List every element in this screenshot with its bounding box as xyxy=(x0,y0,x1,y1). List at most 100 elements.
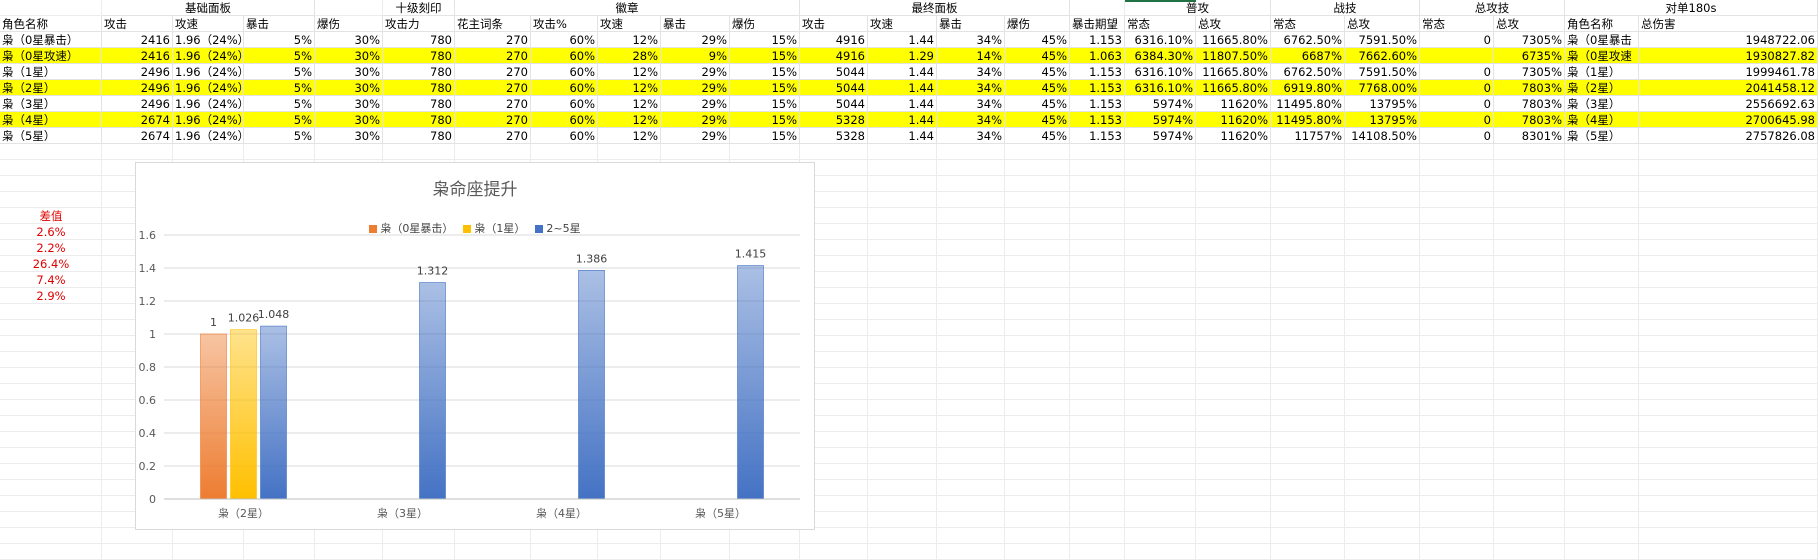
empty-cell[interactable] xyxy=(1125,368,1196,384)
empty-cell[interactable] xyxy=(730,144,800,160)
empty-cell[interactable] xyxy=(1271,192,1345,208)
data-cell[interactable]: 2674 xyxy=(102,112,173,128)
data-cell[interactable]: 9% xyxy=(661,48,730,64)
empty-cell[interactable] xyxy=(1005,208,1070,224)
empty-cell[interactable] xyxy=(531,144,598,160)
empty-cell[interactable] xyxy=(1420,528,1494,544)
empty-cell[interactable] xyxy=(1494,432,1565,448)
empty-cell[interactable] xyxy=(1420,496,1494,512)
empty-cell[interactable] xyxy=(868,144,937,160)
empty-cell[interactable] xyxy=(800,528,868,544)
empty-cell[interactable] xyxy=(1196,400,1271,416)
data-cell[interactable]: 7662.60% xyxy=(1345,48,1420,64)
empty-cell[interactable] xyxy=(1271,384,1345,400)
data-cell[interactable]: 5% xyxy=(244,48,315,64)
column-header[interactable]: 攻击力 xyxy=(383,16,455,32)
empty-cell[interactable] xyxy=(1196,176,1271,192)
empty-cell[interactable] xyxy=(1070,464,1125,480)
empty-cell[interactable] xyxy=(937,528,1005,544)
empty-cell[interactable] xyxy=(1565,144,1639,160)
empty-cell[interactable] xyxy=(937,384,1005,400)
empty-cell[interactable] xyxy=(1070,144,1125,160)
empty-cell[interactable] xyxy=(0,480,102,496)
empty-cell[interactable] xyxy=(1125,320,1196,336)
empty-cell[interactable] xyxy=(1494,384,1565,400)
empty-cell[interactable] xyxy=(1345,224,1420,240)
data-cell[interactable]: 30% xyxy=(315,64,383,80)
empty-cell[interactable] xyxy=(1420,176,1494,192)
empty-cell[interactable] xyxy=(1345,160,1420,176)
data-cell[interactable]: 12% xyxy=(598,128,661,144)
data-cell[interactable]: 6919.80% xyxy=(1271,80,1345,96)
empty-cell[interactable] xyxy=(1125,224,1196,240)
empty-cell[interactable] xyxy=(598,144,661,160)
empty-cell[interactable] xyxy=(937,240,1005,256)
column-header[interactable]: 总攻 xyxy=(1345,16,1420,32)
empty-cell[interactable] xyxy=(1125,544,1196,560)
empty-cell[interactable] xyxy=(1196,240,1271,256)
data-cell[interactable]: 14108.50% xyxy=(1345,128,1420,144)
empty-cell[interactable] xyxy=(1639,448,1818,464)
empty-cell[interactable] xyxy=(1271,288,1345,304)
data-cell[interactable]: 0 xyxy=(1420,96,1494,112)
empty-cell[interactable] xyxy=(937,352,1005,368)
empty-cell[interactable] xyxy=(1271,272,1345,288)
data-cell[interactable]: 11495.80% xyxy=(1271,112,1345,128)
empty-cell[interactable] xyxy=(1639,160,1818,176)
empty-cell[interactable] xyxy=(1070,512,1125,528)
empty-cell[interactable] xyxy=(1565,432,1639,448)
data-cell[interactable]: 5% xyxy=(244,112,315,128)
empty-cell[interactable] xyxy=(1005,144,1070,160)
column-header[interactable]: 总攻 xyxy=(1196,16,1271,32)
column-header[interactable]: 暴击 xyxy=(937,16,1005,32)
data-cell[interactable]: 60% xyxy=(531,32,598,48)
diff-value[interactable]: 7.4% xyxy=(0,272,102,288)
empty-cell[interactable] xyxy=(0,144,102,160)
empty-cell[interactable] xyxy=(1420,192,1494,208)
data-cell[interactable]: 11495.80% xyxy=(1271,96,1345,112)
empty-cell[interactable] xyxy=(598,544,661,560)
data-cell[interactable]: 45% xyxy=(1005,128,1070,144)
empty-cell[interactable] xyxy=(1565,320,1639,336)
data-cell[interactable]: 1.96（24%） xyxy=(173,64,244,80)
empty-cell[interactable] xyxy=(937,304,1005,320)
empty-cell[interactable] xyxy=(937,208,1005,224)
data-cell[interactable]: 2496 xyxy=(102,80,173,96)
data-cell[interactable]: 2496 xyxy=(102,96,173,112)
empty-cell[interactable] xyxy=(937,256,1005,272)
empty-cell[interactable] xyxy=(1196,512,1271,528)
data-cell[interactable]: 1.44 xyxy=(868,32,937,48)
empty-cell[interactable] xyxy=(868,352,937,368)
data-cell[interactable]: 1.153 xyxy=(1070,128,1125,144)
empty-cell[interactable] xyxy=(937,224,1005,240)
empty-cell[interactable] xyxy=(1565,448,1639,464)
empty-cell[interactable] xyxy=(1070,208,1125,224)
data-cell[interactable]: 1.96（24%） xyxy=(173,128,244,144)
empty-cell[interactable] xyxy=(661,528,730,544)
data-cell[interactable]: 12% xyxy=(598,64,661,80)
empty-cell[interactable] xyxy=(1494,448,1565,464)
data-cell[interactable]: 5% xyxy=(244,32,315,48)
data-cell[interactable]: 1.44 xyxy=(868,96,937,112)
empty-cell[interactable] xyxy=(1565,528,1639,544)
data-cell[interactable]: 枭（4星） xyxy=(1565,112,1639,128)
empty-cell[interactable] xyxy=(1196,448,1271,464)
empty-cell[interactable] xyxy=(1345,304,1420,320)
empty-cell[interactable] xyxy=(1494,192,1565,208)
data-cell[interactable]: 34% xyxy=(937,128,1005,144)
empty-cell[interactable] xyxy=(1125,448,1196,464)
empty-cell[interactable] xyxy=(1639,192,1818,208)
empty-cell[interactable] xyxy=(1345,480,1420,496)
data-cell[interactable]: 5% xyxy=(244,96,315,112)
chart[interactable]: 0 0.2 0.4 0.6 0.8 1 1.2 1.4 1.6 1 1.026 1.048 枭（2星） 1… xyxy=(135,162,815,530)
empty-cell[interactable] xyxy=(1345,416,1420,432)
data-cell[interactable]: 45% xyxy=(1005,48,1070,64)
empty-cell[interactable] xyxy=(937,192,1005,208)
empty-cell[interactable] xyxy=(1005,288,1070,304)
empty-cell[interactable] xyxy=(1639,176,1818,192)
data-cell[interactable]: 5974% xyxy=(1125,128,1196,144)
empty-cell[interactable] xyxy=(0,336,102,352)
empty-cell[interactable] xyxy=(1196,432,1271,448)
empty-cell[interactable] xyxy=(1565,416,1639,432)
empty-cell[interactable] xyxy=(1420,272,1494,288)
